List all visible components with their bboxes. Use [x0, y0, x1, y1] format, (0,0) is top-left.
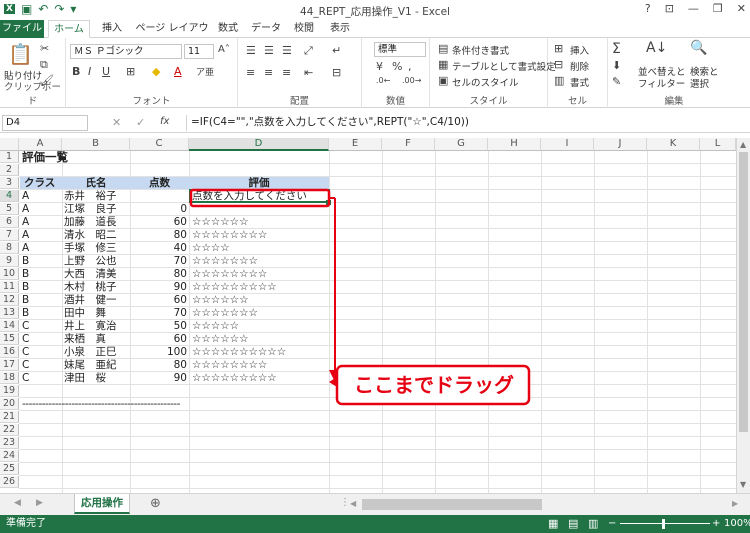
- highlight-box: [189, 188, 331, 208]
- page-layout-view-icon[interactable]: ▤: [568, 515, 578, 533]
- sheet-tab-active[interactable]: 応用操作: [74, 494, 130, 514]
- zoom-level[interactable]: 100%: [724, 515, 750, 533]
- sheet-tab-bar: ◀ ▶ 応用操作 ⊕ ⋮ ◀ ▶: [0, 493, 750, 515]
- scroll-down-icon: ▼: [740, 480, 747, 489]
- scroll-up-icon: ▲: [740, 140, 747, 149]
- status-bar: 準備完了 ▦ ▤ ▥ − + 100%: [0, 515, 750, 533]
- status-ready: 準備完了: [6, 518, 46, 529]
- tab-split-icon[interactable]: ⋮: [340, 497, 350, 508]
- zoom-out-icon[interactable]: −: [608, 515, 616, 533]
- prev-sheet-icon[interactable]: ◀: [14, 498, 21, 508]
- add-sheet-icon[interactable]: ⊕: [150, 496, 161, 511]
- zoom-slider-thumb[interactable]: [662, 519, 665, 529]
- callout-text: ここまでドラッグ: [354, 373, 514, 397]
- annotation-overlay: [189, 188, 531, 406]
- next-sheet-icon[interactable]: ▶: [36, 498, 43, 508]
- scroll-thumb[interactable]: [739, 152, 748, 432]
- zoom-in-icon[interactable]: +: [712, 515, 720, 533]
- page-break-view-icon[interactable]: ▥: [588, 515, 598, 533]
- vertical-scrollbar[interactable]: ▲ ▼: [736, 138, 750, 493]
- hscroll-right-icon[interactable]: ▶: [732, 499, 738, 508]
- hscroll-left-icon[interactable]: ◀: [350, 499, 356, 508]
- zoom-slider[interactable]: [620, 523, 710, 524]
- hscroll-thumb[interactable]: [362, 499, 542, 510]
- normal-view-icon[interactable]: ▦: [548, 515, 558, 533]
